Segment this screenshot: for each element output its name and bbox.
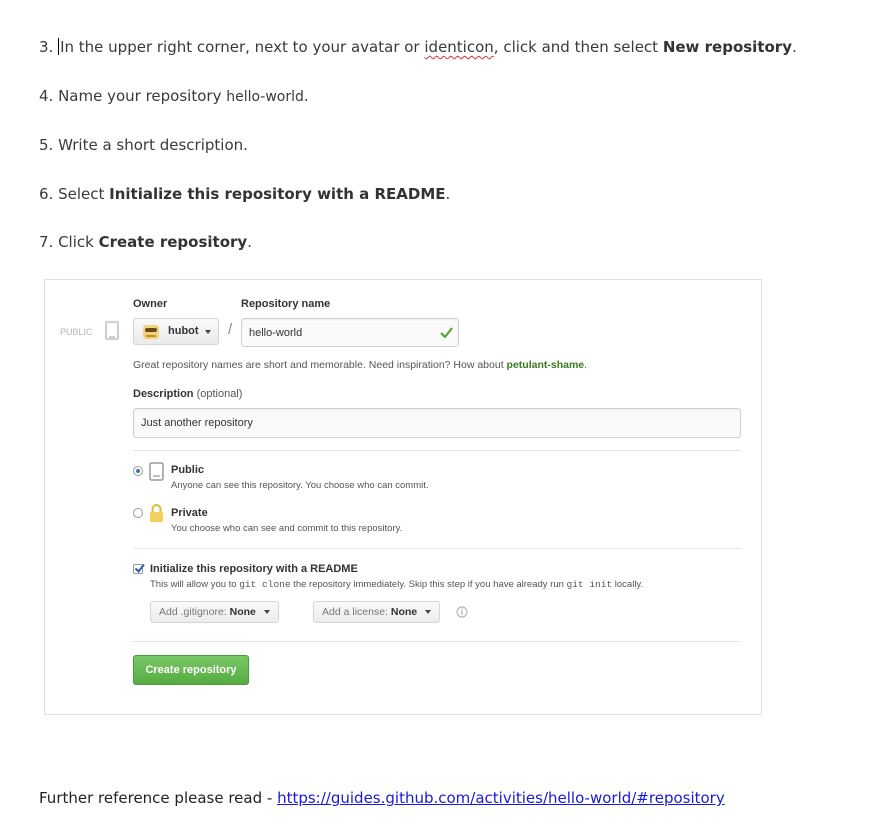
gitignore-value: None <box>229 606 256 618</box>
step-7: 7. Click Create repository. <box>39 233 252 251</box>
description-label: Description (optional) <box>133 388 242 400</box>
private-title: Private <box>171 507 208 519</box>
step-4-text: 4. Name your repository <box>39 87 227 105</box>
gitignore-label: Add .gitignore: <box>159 606 230 618</box>
repo-book-icon <box>105 321 119 340</box>
description-optional: (optional) <box>193 388 243 400</box>
owner-slash: / <box>228 321 233 338</box>
step-3-end: . <box>791 38 797 56</box>
step-6: 6. Select Initialize this repository wit… <box>39 185 450 203</box>
step-3-text-a: In the upper right corner, next to your … <box>60 38 425 56</box>
description-label-text: Description <box>133 388 194 400</box>
owner-value: hubot <box>168 325 199 337</box>
step-4-end: . <box>303 87 309 105</box>
new-repository-screenshot: PUBLIC Owner Repository name hubot / hel… <box>44 279 762 715</box>
step-7-text: 7. Click <box>39 233 99 251</box>
init-desc-part-2: the repository immediately. Skip this st… <box>290 579 567 590</box>
step-7-end: . <box>247 233 252 251</box>
info-icon[interactable] <box>456 606 468 618</box>
step-6-text: 6. Select <box>39 185 110 203</box>
divider <box>133 548 741 549</box>
init-desc-part-1: This will allow you to <box>150 579 240 590</box>
init-readme-checkbox[interactable] <box>133 563 145 574</box>
identicon-word: identicon <box>424 38 494 56</box>
step-6-end: . <box>445 185 451 203</box>
init-desc-part-3: locally. <box>612 579 644 590</box>
chevron-down-icon <box>425 610 432 614</box>
suggested-name-link[interactable]: petulant-shame <box>507 359 585 371</box>
repository-name-label: Repository name <box>241 298 331 310</box>
license-label: Add a license: <box>322 606 391 618</box>
reference-text: Further reference please read - <box>39 789 278 807</box>
step-5: 5. Write a short description. <box>39 136 248 154</box>
step-3-bold: New repository <box>662 38 792 56</box>
private-radio[interactable] <box>133 508 143 518</box>
reference-link[interactable]: https://guides.github.com/activities/hel… <box>277 789 725 807</box>
init-readme-description: This will allow you to git clone the rep… <box>150 579 643 590</box>
git-init-code: git init <box>566 579 613 590</box>
public-book-icon <box>149 462 164 481</box>
step-4-code: hello-world <box>226 89 304 105</box>
step-4: 4. Name your repository hello-world. <box>39 87 309 105</box>
chevron-down-icon <box>263 610 270 614</box>
hubot-avatar-icon <box>143 325 159 339</box>
repository-name-value: hello-world <box>249 327 303 339</box>
divider <box>133 450 741 451</box>
create-repository-button[interactable]: Create repository <box>133 655 249 685</box>
repo-name-hint: Great repository names are short and mem… <box>133 359 587 371</box>
license-select[interactable]: Add a license: None <box>313 601 441 623</box>
text-cursor <box>58 38 60 55</box>
chevron-down-icon <box>205 330 211 334</box>
description-input[interactable]: Just another repository <box>133 408 741 438</box>
step-3: 3. In the upper right corner, next to yo… <box>39 38 797 56</box>
step-6-bold: Initialize this repository with a README <box>109 185 446 203</box>
divider <box>133 641 741 642</box>
public-tag: PUBLIC <box>60 327 93 337</box>
owner-select[interactable]: hubot <box>133 318 219 345</box>
step-5-text: 5. Write a short description. <box>39 136 248 154</box>
init-readme-title: Initialize this repository with a README <box>150 563 358 575</box>
hint-text: Great repository names are short and mem… <box>133 359 507 371</box>
lock-icon <box>150 504 163 522</box>
step-3-text-b: , click and then select <box>493 38 663 56</box>
further-reference: Further reference please read - https://… <box>39 789 725 807</box>
private-description: You choose who can see and commit to thi… <box>171 523 403 534</box>
public-description: Anyone can see this repository. You choo… <box>171 480 429 491</box>
hint-end: . <box>584 359 588 371</box>
repository-name-input[interactable]: hello-world <box>241 318 459 347</box>
check-valid-icon <box>440 327 453 338</box>
public-radio[interactable] <box>133 466 143 476</box>
gitignore-select[interactable]: Add .gitignore: None <box>150 601 279 623</box>
public-title: Public <box>171 464 205 476</box>
checkmark-icon <box>134 563 145 574</box>
description-value: Just another repository <box>141 417 253 429</box>
license-value: None <box>390 606 418 618</box>
step-3-number: 3. <box>39 38 59 56</box>
owner-label: Owner <box>133 298 168 310</box>
step-7-bold: Create repository <box>98 233 248 251</box>
git-clone-code: git clone <box>239 579 291 590</box>
